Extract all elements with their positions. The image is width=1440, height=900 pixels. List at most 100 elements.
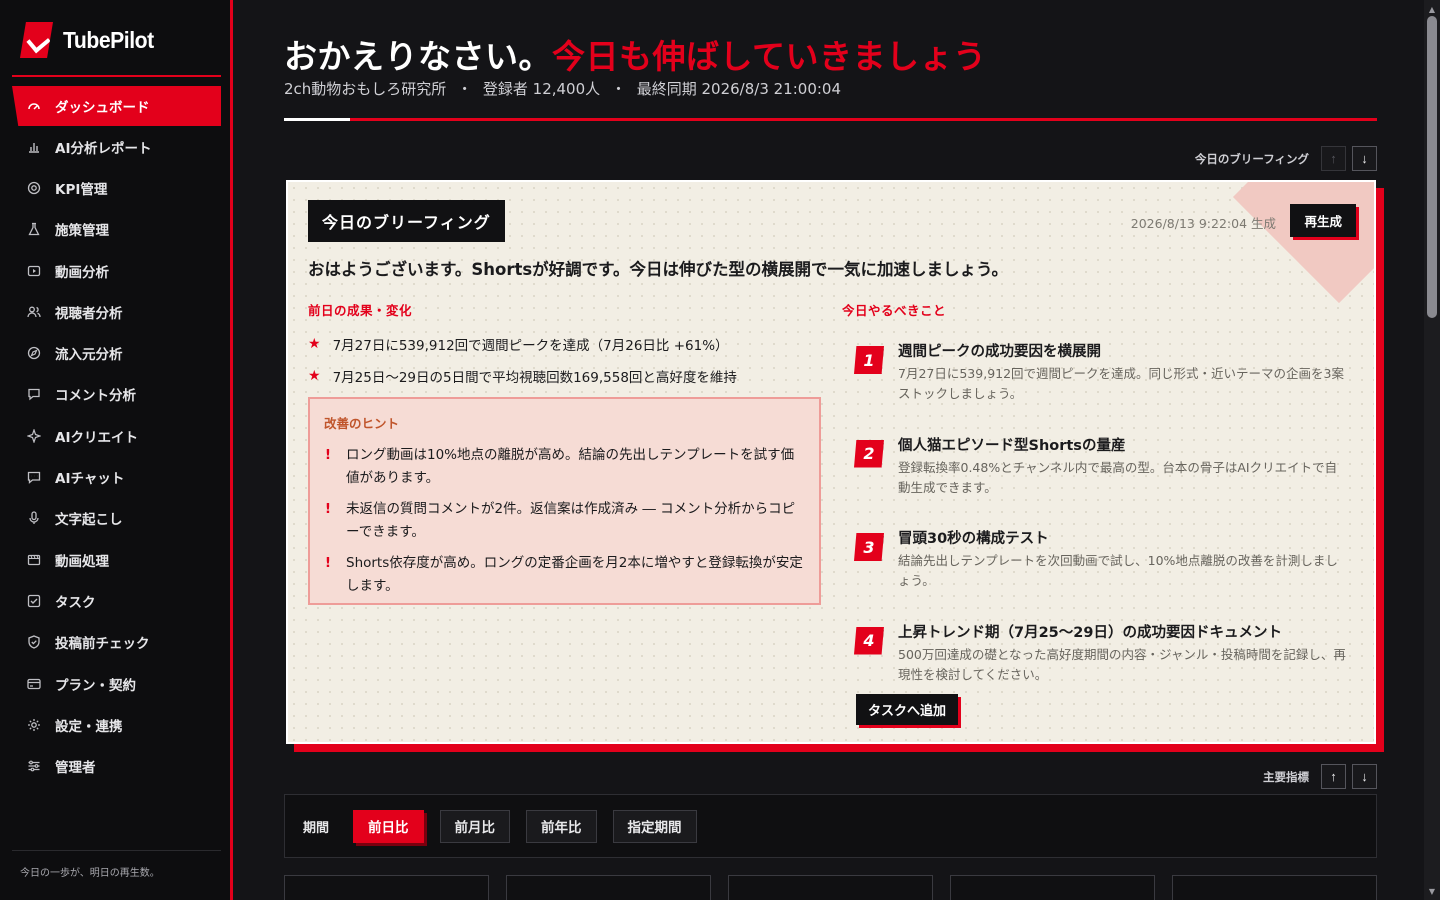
todo-title: 個人猫エピソード型Shortsの量産	[898, 437, 1126, 454]
period-month-button[interactable]: 前月比	[439, 809, 511, 843]
add-task-button[interactable]: タスクへ追加	[856, 694, 959, 725]
briefing-section-controls: 今日のブリーフィング ↑ ↓	[1195, 146, 1377, 171]
move-down-button[interactable]: ↓	[1352, 146, 1377, 171]
period-day-button[interactable]: 前日比	[353, 809, 424, 843]
results-list: ★ 7月27日に539,912回で週間ピークを達成（7月26日比 +61%） ★…	[308, 328, 808, 392]
sliders-icon	[26, 759, 41, 774]
sidebar-item-measures[interactable]: 施策管理	[12, 209, 221, 250]
todo-number: 1	[854, 346, 884, 374]
kpi-card[interactable]	[950, 875, 1155, 900]
page-title: おかえりなさい。今日も伸ばしていきましょう	[284, 30, 987, 78]
sidebar-item-label: 管理者	[55, 760, 96, 777]
mic-icon	[26, 511, 41, 526]
sidebar-item-kpi[interactable]: KPI管理	[12, 167, 221, 208]
channel-info: 2ch動物おもしろ研究所 ・ 登録者 12,400人 ・ 最終同期 2026/8…	[284, 78, 841, 99]
sidebar-item-label: AI分析レポート	[55, 140, 152, 157]
kpi-section-controls: 主要指標 ↑ ↓	[1263, 764, 1377, 789]
regenerate-button[interactable]: 再生成	[1290, 204, 1356, 237]
kpi-card[interactable]	[284, 875, 489, 900]
list-item: ★ 7月27日に539,912回で週間ピークを達成（7月26日比 +61%）	[308, 336, 729, 354]
bar-chart-icon	[26, 139, 41, 154]
compass-icon	[26, 346, 41, 361]
app-name: TubePilot	[63, 26, 154, 53]
todo-number: 4	[854, 626, 884, 655]
sidebar-item-label: タスク	[55, 594, 96, 611]
sidebar-item-plan[interactable]: プラン・契約	[12, 663, 221, 704]
sidebar-item-label: 設定・連携	[55, 718, 123, 735]
list-item: ! 未返信の質問コメントが2件。返信案は作成済み ― コメント分析からコピーでき…	[324, 498, 805, 544]
sidebar-item-ai-chat[interactable]: AIチャット	[12, 456, 221, 497]
sidebar-item-label: 動画処理	[55, 553, 109, 570]
logo[interactable]: TubePilot	[20, 22, 162, 58]
sidebar-item-video-analysis[interactable]: 動画分析	[12, 250, 221, 291]
scroll-down-icon[interactable]: ▼	[1424, 884, 1440, 898]
kpi-card[interactable]	[506, 875, 711, 900]
todo-description: 500万回達成の礎となった高好度期間の内容・ジャンル・投稿時間を記録し、再現性を…	[898, 646, 1346, 682]
star-icon: ★	[308, 368, 321, 384]
star-icon: ★	[308, 336, 321, 352]
list-item: ! Shorts依存度が高め。ロングの定番企画を月2本に増やすと登録転換が安定し…	[324, 552, 805, 598]
move-up-button[interactable]: ↑	[1321, 764, 1346, 789]
scrollbar[interactable]: ▲ ▼	[1424, 0, 1440, 900]
list-item: ★ 7月25日〜29日の5日間で平均視聴回数169,558回と高好度を維持	[308, 368, 737, 386]
card-icon	[26, 676, 41, 691]
separator: ・	[610, 80, 626, 98]
sparkle-icon	[26, 428, 41, 443]
move-down-button[interactable]: ↓	[1352, 764, 1377, 789]
play-icon	[26, 263, 41, 278]
sidebar-item-label: コメント分析	[55, 388, 136, 405]
target-icon	[26, 180, 41, 195]
sidebar-item-admin[interactable]: 管理者	[12, 745, 221, 786]
sidebar-nav: ダッシュボード AI分析レポート KPI管理 施策管理 動画分析 視聴者分析 流…	[12, 86, 221, 787]
alert-icon: !	[324, 555, 332, 571]
period-custom-button[interactable]: 指定期間	[612, 809, 697, 843]
period-year-button[interactable]: 前年比	[526, 809, 597, 843]
sidebar-item-label: 動画分析	[55, 264, 109, 281]
comment-icon	[26, 387, 41, 402]
divider	[12, 75, 221, 77]
sidebar-item-label: AIクリエイト	[55, 429, 138, 446]
move-up-button[interactable]: ↑	[1321, 146, 1346, 171]
header-divider	[284, 118, 1377, 121]
sidebar-item-tasks[interactable]: タスク	[12, 580, 221, 621]
list-item: ! ロング動画は10%地点の離脱が高め。結論の先出しテンプレートを試す価値があり…	[324, 444, 805, 490]
flask-icon	[26, 222, 41, 237]
sidebar-item-label: ダッシュボード	[55, 100, 150, 116]
sidebar-item-comments[interactable]: コメント分析	[12, 374, 221, 415]
sidebar-item-dashboard[interactable]: ダッシュボード	[12, 86, 221, 126]
decoration	[1232, 182, 1374, 304]
todo-item: 3 冒頭30秒の構成テスト 結論先出しテンプレートを次回動画で試し、10%地点離…	[854, 527, 1354, 617]
todo-heading: 今日やるべきこと	[842, 303, 947, 318]
sidebar-item-audience[interactable]: 視聴者分析	[12, 291, 221, 332]
sidebar-item-ai-create[interactable]: AIクリエイト	[12, 415, 221, 456]
sidebar-item-prepost-check[interactable]: 投稿前チェック	[12, 622, 221, 663]
scrollbar-thumb[interactable]	[1427, 16, 1437, 318]
sidebar-item-traffic[interactable]: 流入元分析	[12, 332, 221, 373]
sidebar-item-settings[interactable]: 設定・連携	[12, 704, 221, 745]
kpi-card[interactable]	[1172, 875, 1377, 900]
hints-heading: 改善のヒント	[324, 416, 400, 431]
briefing-card: 今日のブリーフィング 2026/8/13 9:22:04 生成 再生成 おはよう…	[286, 180, 1376, 744]
kpi-cards	[284, 875, 1377, 900]
section-label: 主要指標	[1263, 769, 1309, 784]
todo-description: 登録転換率0.48%とチャンネル内で最高の型。台本の骨子はAIクリエイトで自動生…	[898, 459, 1338, 495]
separator: ・	[457, 80, 473, 98]
section-label: 今日のブリーフィング	[1194, 151, 1309, 166]
generated-timestamp: 2026/8/13 9:22:04 生成	[1130, 216, 1276, 231]
sidebar-item-video-processing[interactable]: 動画処理	[12, 539, 221, 580]
todo-item: 1 週間ピークの成功要因を横展開 7月27日に539,912回で週間ピークを達成…	[854, 340, 1354, 430]
alert-icon: !	[324, 447, 332, 463]
sidebar-item-label: 視聴者分析	[55, 305, 123, 322]
todo-number: 3	[854, 533, 884, 561]
greeting-accent: 今日も伸ばしていきましょう	[552, 37, 987, 76]
channel-name: 2ch動物おもしろ研究所	[284, 80, 447, 98]
sidebar-item-label: 文字起こし	[55, 512, 123, 529]
chat-icon	[26, 470, 41, 485]
hints-box: 改善のヒント ! ロング動画は10%地点の離脱が高め。結論の先出しテンプレートを…	[308, 397, 821, 605]
todo-description: 7月27日に539,912回で週間ピークを達成。同じ形式・近いテーマの企画を3案…	[898, 366, 1345, 401]
kpi-card[interactable]	[728, 875, 933, 900]
last-sync: 最終同期 2026/8/3 21:00:04	[636, 80, 842, 98]
sidebar-item-transcription[interactable]: 文字起こし	[12, 498, 221, 539]
sidebar-item-ai-report[interactable]: AI分析レポート	[12, 126, 221, 167]
scroll-up-icon[interactable]: ▲	[1424, 2, 1440, 16]
